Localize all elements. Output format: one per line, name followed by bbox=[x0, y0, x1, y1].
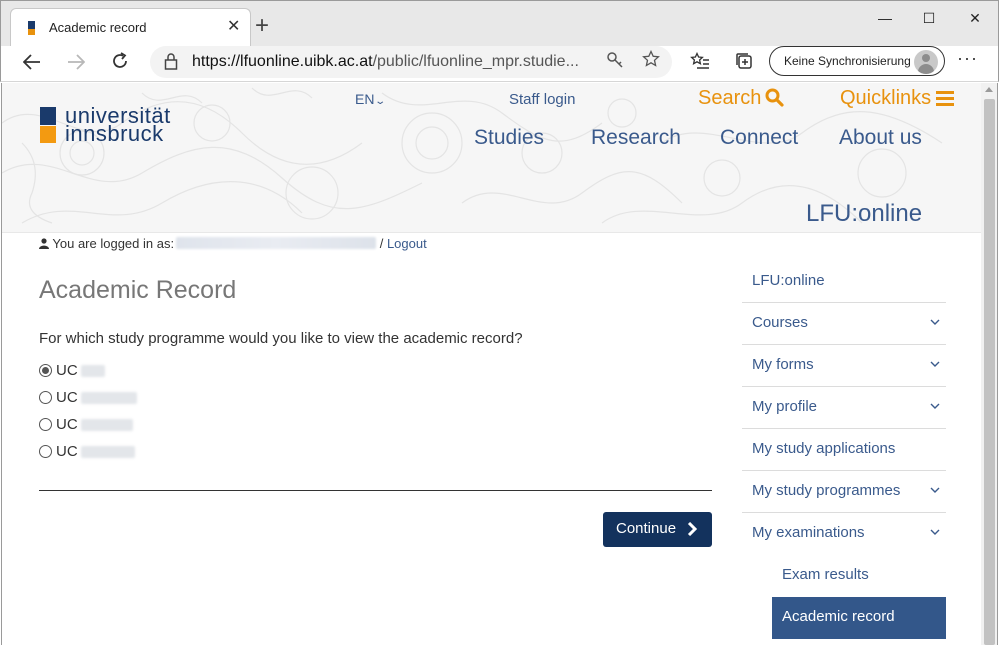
sidebar-item-label: My study applications bbox=[752, 440, 896, 457]
login-separator: / bbox=[379, 236, 384, 251]
page-viewport: universität innsbruck EN⌄ Staff login Se… bbox=[1, 83, 981, 645]
language-label: EN bbox=[355, 91, 375, 107]
sidebar-item-lfu-online[interactable]: LFU:online bbox=[742, 261, 946, 303]
sync-label: Keine Synchronisierung bbox=[784, 54, 911, 68]
logo-line2: innsbruck bbox=[65, 121, 164, 146]
sidebar-item-label: My study programmes bbox=[752, 482, 901, 499]
browser-toolbar: https://lfuonline.uibk.ac.at/public/lfuo… bbox=[0, 46, 999, 82]
page-scrollbar[interactable] bbox=[981, 83, 998, 645]
continue-button[interactable]: Continue bbox=[603, 512, 712, 547]
sidebar-item-courses[interactable]: Courses bbox=[742, 303, 946, 345]
nav-connect[interactable]: Connect bbox=[720, 126, 798, 150]
logout-link[interactable]: Logout bbox=[387, 236, 427, 251]
sidebar-item-label: Exam results bbox=[782, 566, 869, 583]
sidebar-item-label: My forms bbox=[752, 356, 814, 373]
university-favicon-icon bbox=[28, 21, 35, 35]
sidebar-item-label: Academic record bbox=[782, 608, 895, 625]
quicklinks-label: Quicklinks bbox=[840, 87, 932, 109]
search-label: Search bbox=[698, 87, 762, 109]
redacted-username bbox=[176, 237, 377, 249]
sidebar-item-my-profile[interactable]: My profile bbox=[742, 387, 946, 429]
sidebar-item-label: LFU:online bbox=[752, 272, 825, 289]
login-status: You are logged in as: / Logout bbox=[39, 236, 427, 251]
close-tab-icon[interactable]: ✕ bbox=[227, 17, 240, 37]
maximize-button[interactable]: ☐ bbox=[914, 7, 944, 29]
nav-about-us[interactable]: About us bbox=[839, 126, 922, 150]
minimize-button[interactable]: — bbox=[870, 7, 900, 29]
chevron-down-icon: ⌄ bbox=[374, 96, 387, 107]
quicklinks-link[interactable]: Quicklinks bbox=[840, 87, 955, 110]
nav-research[interactable]: Research bbox=[591, 126, 681, 150]
forward-arrow-icon[interactable] bbox=[62, 50, 90, 78]
radio-icon[interactable] bbox=[39, 391, 52, 404]
sidebar-item-label: Courses bbox=[752, 314, 808, 331]
more-menu-button[interactable]: ··· bbox=[957, 48, 978, 69]
login-prefix: You are logged in as: bbox=[52, 236, 175, 251]
sidebar-item-label: My profile bbox=[752, 398, 818, 415]
browser-tab-bar: Academic record ✕ + — ☐ ✕ bbox=[0, 0, 999, 47]
chevron-down-icon[interactable] bbox=[930, 403, 940, 410]
form-divider bbox=[39, 490, 712, 491]
chevron-down-icon[interactable] bbox=[930, 529, 940, 536]
sidebar-item-my-study-applications[interactable]: My study applications bbox=[742, 429, 946, 471]
browser-tab[interactable]: Academic record ✕ bbox=[10, 8, 251, 47]
favorites-list-icon[interactable] bbox=[686, 50, 714, 78]
redacted-programme-code bbox=[81, 392, 137, 404]
avatar bbox=[914, 50, 938, 74]
scrollbar-thumb[interactable] bbox=[984, 99, 995, 645]
programme-option-label: UC bbox=[56, 362, 78, 379]
sidebar-item-academic-record[interactable]: Academic record bbox=[772, 597, 946, 639]
search-icon bbox=[765, 88, 784, 107]
address-bar[interactable]: https://lfuonline.uibk.ac.at/public/lfuo… bbox=[150, 46, 672, 78]
page-title: Academic Record bbox=[39, 276, 237, 304]
sync-profile-button[interactable]: Keine Synchronisierung bbox=[769, 46, 945, 76]
continue-label: Continue bbox=[616, 520, 677, 537]
hamburger-menu-icon bbox=[936, 91, 955, 106]
sidebar-item-label: My examinations bbox=[752, 524, 865, 541]
redacted-programme-code bbox=[81, 365, 105, 377]
programme-question: For which study programme would you like… bbox=[39, 330, 523, 347]
radio-icon[interactable] bbox=[39, 418, 52, 431]
sidebar-item-exam-results[interactable]: Exam results bbox=[742, 555, 946, 597]
radio-selected-icon[interactable] bbox=[39, 364, 52, 377]
refresh-icon[interactable] bbox=[106, 50, 134, 78]
university-logo[interactable]: universität innsbruck bbox=[40, 103, 190, 147]
chevron-down-icon[interactable] bbox=[930, 319, 940, 326]
url-host: https://lfuonline.uibk.ac.at bbox=[192, 53, 373, 70]
programme-option-label: UC bbox=[56, 443, 78, 460]
header-banner: universität innsbruck EN⌄ Staff login Se… bbox=[2, 83, 981, 233]
url-path: /public/lfuonline_mpr.studie... bbox=[372, 53, 579, 70]
chevron-down-icon[interactable] bbox=[930, 361, 940, 368]
chevron-right-icon bbox=[687, 522, 697, 536]
radio-icon[interactable] bbox=[39, 445, 52, 458]
redacted-programme-code bbox=[81, 419, 133, 431]
favorite-star-icon[interactable] bbox=[642, 49, 660, 73]
collections-icon[interactable] bbox=[730, 50, 758, 78]
redacted-programme-code bbox=[81, 446, 135, 458]
programme-option-label: UC bbox=[56, 416, 78, 433]
url-text: https://lfuonline.uibk.ac.at/public/lfuo… bbox=[192, 53, 579, 71]
close-window-button[interactable]: ✕ bbox=[960, 7, 990, 29]
nav-studies[interactable]: Studies bbox=[474, 126, 544, 150]
search-link[interactable]: Search bbox=[698, 87, 784, 110]
key-icon[interactable] bbox=[606, 51, 624, 74]
language-selector[interactable]: EN⌄ bbox=[355, 91, 387, 107]
portal-title: LFU:online bbox=[806, 200, 923, 227]
programme-option-label: UC bbox=[56, 389, 78, 406]
chevron-down-icon[interactable] bbox=[930, 487, 940, 494]
tab-title: Academic record bbox=[49, 20, 147, 35]
sidebar-item-my-study-programmes[interactable]: My study programmes bbox=[742, 471, 946, 513]
staff-login-link[interactable]: Staff login bbox=[509, 91, 575, 108]
lock-icon bbox=[164, 53, 178, 70]
back-arrow-icon[interactable] bbox=[18, 50, 46, 78]
user-icon bbox=[39, 238, 49, 249]
sidebar-item-my-forms[interactable]: My forms bbox=[742, 345, 946, 387]
scroll-up-arrow-icon[interactable] bbox=[985, 87, 993, 92]
sidebar-item-my-examinations[interactable]: My examinations bbox=[742, 513, 946, 555]
new-tab-button[interactable]: + bbox=[255, 14, 269, 38]
